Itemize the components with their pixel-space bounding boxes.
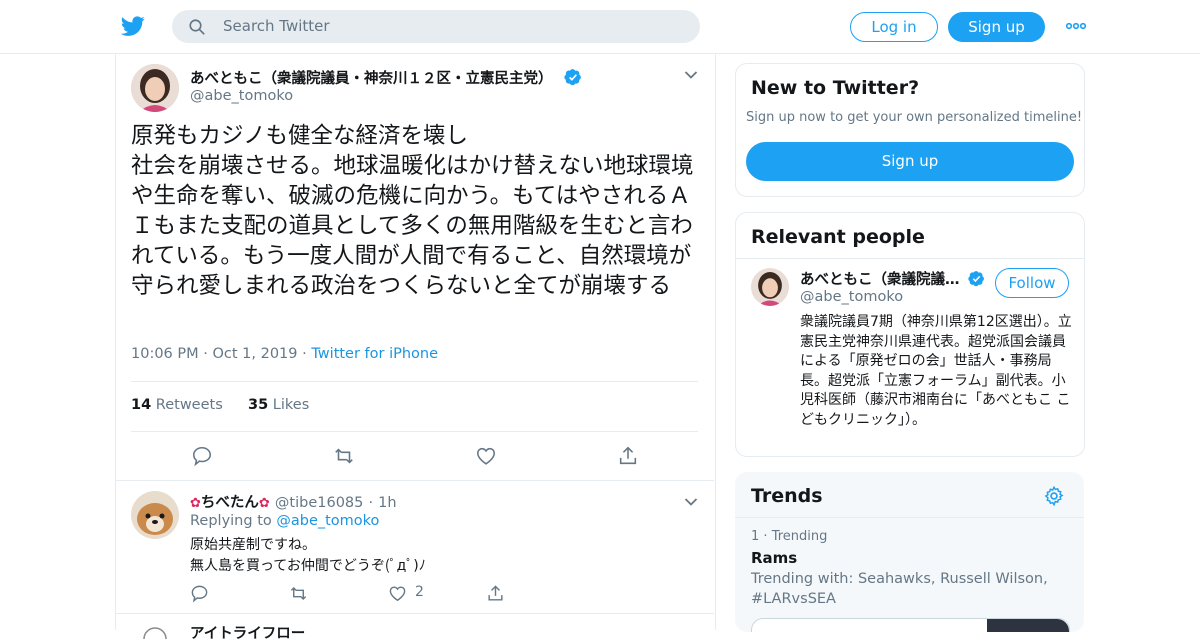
- tweet-meta: 10:06 PM · Oct 1, 2019 · Twitter for iPh…: [131, 346, 438, 362]
- retweet-icon[interactable]: [289, 584, 308, 603]
- author-name-row: あべともこ（衆議院議員・神奈川１２区・立憲民主党）: [190, 67, 582, 88]
- search-icon: [189, 19, 205, 35]
- flower-emoji-icon: ✿: [190, 496, 201, 511]
- trend-name[interactable]: Rams: [751, 549, 797, 567]
- avatar-portrait-icon: [751, 268, 789, 306]
- flower-emoji-icon: ✿: [258, 496, 270, 511]
- retweet-count[interactable]: 14: [131, 397, 151, 413]
- reply-author-avatar[interactable]: [131, 491, 179, 539]
- replying-to-line: Replying to @abe_tomoko: [190, 513, 379, 529]
- relevant-person-bio: 衆議院議員7期（神奈川県第12区選出）。立憲民主党神奈川県連代表。超党派国会議員…: [800, 314, 1072, 428]
- follow-button[interactable]: Follow: [995, 268, 1069, 298]
- author-handle[interactable]: @abe_tomoko: [190, 88, 293, 104]
- divider: [116, 613, 714, 614]
- relevant-people-title: Relevant people: [751, 226, 925, 248]
- divider: [736, 258, 1084, 259]
- meta-separator: ·: [368, 495, 374, 511]
- trend-media-thumbnail: [987, 619, 1069, 632]
- relevant-person-name-row: あべともこ（衆議院議…: [800, 268, 985, 289]
- avatar-icon: [143, 627, 167, 644]
- author-avatar[interactable]: [131, 64, 179, 112]
- verified-badge-icon: [563, 69, 581, 86]
- divider: [131, 431, 698, 432]
- retweet-label[interactable]: Retweets: [156, 397, 223, 413]
- new-to-twitter-title: New to Twitter?: [751, 77, 920, 99]
- tweet-date[interactable]: Oct 1, 2019: [212, 346, 297, 362]
- next-reply-author-name[interactable]: アイトライフロー: [190, 622, 305, 643]
- search-bar[interactable]: Search Twitter: [172, 10, 700, 43]
- twitter-bird-icon[interactable]: [120, 14, 146, 38]
- like-count[interactable]: 35: [248, 397, 268, 413]
- author-name[interactable]: あべともこ（衆議院議員・神奈川１２区・立憲民主党）: [190, 71, 553, 87]
- avatar-dog-icon: [131, 491, 179, 539]
- like-label[interactable]: Likes: [273, 397, 309, 413]
- signup-button[interactable]: Sign up: [948, 12, 1045, 42]
- new-to-twitter-card: New to Twitter? Sign up now to get your …: [735, 63, 1085, 197]
- search-input-placeholder[interactable]: Search Twitter: [223, 10, 330, 43]
- tweet-time[interactable]: 10:06 PM: [131, 346, 199, 362]
- chevron-down-icon[interactable]: [684, 70, 698, 80]
- trend-rank: 1: [751, 529, 760, 544]
- gear-icon[interactable]: [1043, 485, 1065, 507]
- reply-icon[interactable]: [190, 584, 209, 603]
- reply-header: ✿ちべたん✿ @tibe16085 · 1h: [190, 491, 397, 512]
- chevron-down-icon[interactable]: [684, 497, 698, 507]
- next-reply-avatar[interactable]: [131, 624, 179, 644]
- relevant-person-name[interactable]: あべともこ（衆議院議…: [800, 272, 960, 288]
- reply-text: 原始共産制ですね。 無人島を買ってお仲間でどうぞ(ﾟдﾟ)ﾉ: [190, 537, 426, 574]
- retweet-icon[interactable]: [333, 445, 355, 467]
- replying-to-link[interactable]: @abe_tomoko: [276, 513, 379, 529]
- login-button[interactable]: Log in: [850, 12, 938, 42]
- reply-author-handle[interactable]: @tibe16085: [275, 495, 363, 511]
- reply-icon[interactable]: [191, 445, 213, 467]
- reply-age[interactable]: 1h: [378, 495, 396, 511]
- relevant-person-handle[interactable]: @abe_tomoko: [800, 289, 903, 305]
- new-to-twitter-subtitle: Sign up now to get your own personalized…: [746, 110, 1083, 125]
- verified-badge-icon: [967, 271, 984, 287]
- sidebar-signup-button[interactable]: Sign up: [746, 142, 1074, 181]
- avatar-portrait-icon: [131, 64, 179, 112]
- divider: [116, 480, 714, 481]
- trends-title: Trends: [751, 485, 823, 507]
- reply-like-count[interactable]: 2: [415, 584, 424, 600]
- tweet-text: 原発もカジノも健全な経済を壊し 社会を崩壊させる。地球温暖化はかけ替えない地球環…: [131, 123, 694, 299]
- top-navigation-bar: Search Twitter Log in Sign up: [0, 0, 1200, 54]
- trend-related: Trending with: Seahawks, Russell Wilson,…: [751, 571, 1048, 607]
- divider: [131, 381, 698, 382]
- replying-to-prefix: Replying to: [190, 513, 272, 529]
- trend-item-meta[interactable]: 1 · Trending: [751, 529, 827, 544]
- tweet-source-link[interactable]: Twitter for iPhone: [311, 346, 438, 362]
- reply-author-name[interactable]: ちべたん: [201, 495, 259, 511]
- meta-separator: ·: [302, 346, 312, 362]
- share-icon[interactable]: [486, 584, 505, 603]
- relevant-person-avatar[interactable]: [751, 268, 789, 306]
- like-icon[interactable]: [475, 445, 497, 467]
- tweet-stats: 14 Retweets 35 Likes: [131, 397, 309, 413]
- trend-context: Trending: [771, 529, 828, 544]
- meta-separator: ·: [763, 529, 768, 544]
- trends-card: Trends 1 · Trending Rams Trending with: …: [735, 472, 1084, 632]
- share-icon[interactable]: [617, 445, 639, 467]
- divider: [735, 517, 1084, 518]
- more-options-icon[interactable]: [1065, 18, 1087, 34]
- like-icon[interactable]: [388, 584, 407, 603]
